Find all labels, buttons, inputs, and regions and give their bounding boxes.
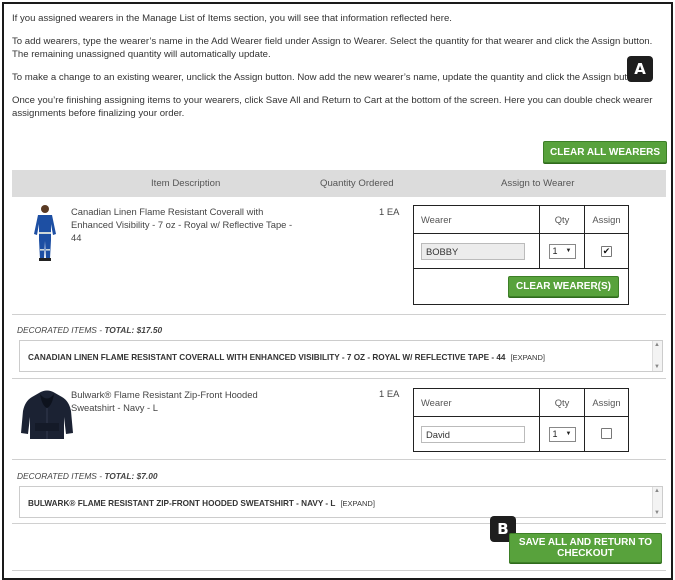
decorated-items-label: DECORATED ITEMS - TOTAL: $7.00 [17, 471, 158, 481]
quantity-ordered: 1 EA [379, 206, 400, 217]
column-header-item-description: Item Description [151, 178, 221, 189]
dropdown-arrow-icon: ▼ [565, 431, 572, 437]
scroll-down-icon[interactable]: ▼ [654, 364, 660, 370]
quantity-select-value: 1 [552, 246, 558, 256]
wearer-input[interactable]: BOBBY [421, 242, 525, 260]
sweatshirt-image [21, 390, 73, 439]
assign-checkbox[interactable] [601, 427, 612, 439]
save-all-return-to-checkout-button[interactable]: SAVE ALL AND RETURN TO CHECKOUT [509, 533, 662, 563]
wearer-input[interactable]: David [421, 425, 525, 443]
scroll-up-icon[interactable]: ▲ [654, 488, 660, 494]
scroll-up-icon[interactable]: ▲ [654, 342, 660, 348]
decorated-item-name: CANADIAN LINEN FLAME RESISTANT COVERALL … [28, 353, 506, 362]
divider [12, 314, 666, 315]
decorated-item-name: BULWARK® FLAME RESISTANT ZIP-FRONT HOODE… [28, 499, 336, 508]
assign-header-qty: Qty [539, 205, 585, 234]
wearer-input-value: David [426, 428, 450, 440]
instructions-paragraph: If you assigned wearers in the Manage Li… [12, 13, 452, 24]
assign-header-qty: Qty [539, 388, 585, 417]
column-header-assign-to-wearer: Assign to Wearer [501, 178, 575, 189]
assign-table: Wearer Qty Assign David 1 ▼ [413, 388, 629, 452]
assign-checkbox[interactable]: ✔ [601, 246, 612, 257]
dropdown-arrow-icon: ▼ [565, 248, 572, 254]
assign-header-assign: Assign [584, 205, 629, 234]
table-header: Item Description Quantity Ordered Assign… [12, 170, 666, 197]
divider [12, 459, 666, 460]
instructions: If you assigned wearers in the Manage Li… [12, 12, 657, 130]
divider [12, 523, 666, 524]
divider [12, 378, 666, 379]
instructions-paragraph: To add wearers, type the wearer’s name i… [12, 36, 653, 60]
clear-wearers-button[interactable]: CLEAR WEARER(S) [508, 276, 619, 297]
wearer-input-value: BOBBY [426, 245, 459, 257]
quantity-select-value: 1 [552, 429, 558, 439]
divider [12, 570, 666, 571]
decorated-items-total: TOTAL: $17.50 [104, 325, 163, 335]
decorated-items-text: DECORATED ITEMS - [17, 325, 105, 335]
coverall-image [34, 205, 56, 261]
decorated-item: BULWARK® FLAME RESISTANT ZIP-FRONT HOODE… [28, 499, 375, 508]
clear-all-wearers-button[interactable]: CLEAR ALL WEARERS [543, 141, 667, 163]
decorated-items-text: DECORATED ITEMS - [17, 471, 105, 481]
assign-header-assign: Assign [584, 388, 629, 417]
expand-link[interactable]: [EXPAND] [510, 353, 544, 362]
item-description: Bulwark® Flame Resistant Zip-Front Hoode… [71, 389, 258, 413]
decorated-item: CANADIAN LINEN FLAME RESISTANT COVERALL … [28, 353, 545, 362]
scrollbar[interactable]: ▲ ▼ [652, 487, 662, 517]
instructions-paragraph: To make a change to an existing wearer, … [12, 72, 644, 83]
decorated-items-label: DECORATED ITEMS - TOTAL: $17.50 [17, 325, 162, 335]
column-header-quantity-ordered: Quantity Ordered [320, 178, 394, 189]
assign-table: Wearer Qty Assign BOBBY 1 ▼ ✔ CLEAR WEAR… [413, 205, 629, 305]
quantity-select[interactable]: 1 ▼ [548, 426, 576, 442]
instructions-paragraph: Once you’re finishing assigning items to… [12, 95, 653, 119]
callout-badge-a: A [627, 56, 653, 82]
wearer-assignment-panel: If you assigned wearers in the Manage Li… [2, 2, 673, 580]
item-description: Canadian Linen Flame Resistant Coverall … [71, 206, 293, 243]
scrollbar[interactable]: ▲ ▼ [652, 341, 662, 371]
assign-header-wearer: Wearer [413, 388, 540, 417]
assign-header-wearer: Wearer [413, 205, 540, 234]
scroll-down-icon[interactable]: ▼ [654, 510, 660, 516]
quantity-select[interactable]: 1 ▼ [548, 243, 576, 259]
decorated-items-box: BULWARK® FLAME RESISTANT ZIP-FRONT HOODE… [19, 486, 663, 518]
decorated-items-total: TOTAL: $7.00 [104, 471, 158, 481]
decorated-items-box: CANADIAN LINEN FLAME RESISTANT COVERALL … [19, 340, 663, 372]
quantity-ordered: 1 EA [379, 388, 400, 399]
expand-link[interactable]: [EXPAND] [340, 499, 374, 508]
